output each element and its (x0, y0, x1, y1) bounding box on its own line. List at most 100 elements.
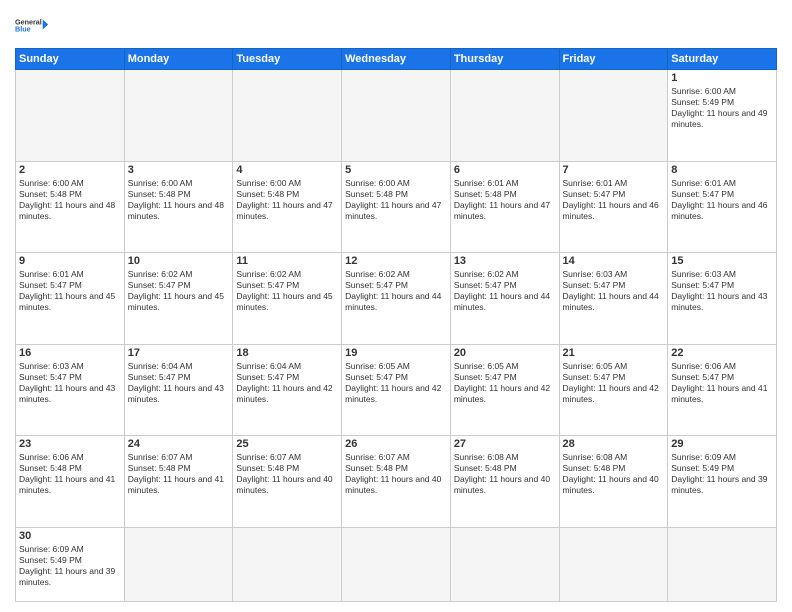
day-number: 7 (563, 164, 665, 176)
day-number: 8 (671, 164, 773, 176)
weekday-header: Sunday (16, 49, 125, 70)
weekday-header: Friday (559, 49, 668, 70)
day-number: 30 (19, 530, 121, 542)
page: GeneralBlue SundayMondayTuesdayWednesday… (0, 0, 792, 612)
day-info: Sunrise: 6:03 AMSunset: 5:47 PMDaylight:… (563, 269, 665, 313)
day-number: 13 (454, 255, 556, 267)
day-number: 28 (563, 438, 665, 450)
calendar-cell: 21Sunrise: 6:05 AMSunset: 5:47 PMDayligh… (559, 344, 668, 436)
day-info: Sunrise: 6:00 AMSunset: 5:48 PMDaylight:… (128, 178, 230, 222)
calendar-cell: 12 Sunrise: 6:02 AMSunset: 5:47 PMDayligh… (342, 253, 451, 345)
day-number: 16 (19, 347, 121, 359)
logo: GeneralBlue (15, 10, 51, 40)
day-info: Sunrise: 6:07 AMSunset: 5:48 PMDaylight:… (128, 452, 230, 496)
day-info: Sunrise: 6:06 AMSunset: 5:48 PMDaylight:… (19, 452, 121, 496)
day-number: 22 (671, 347, 773, 359)
calendar-cell: 1 Sunrise: 6:00 AMSunset: 5:49 PMDaylight… (668, 70, 777, 162)
weekday-header: Saturday (668, 49, 777, 70)
day-number: 24 (128, 438, 230, 450)
header: GeneralBlue (15, 10, 777, 40)
calendar-cell: 23 Sunrise: 6:06 AMSunset: 5:48 PMDayligh… (16, 436, 125, 528)
calendar-cell: 13Sunrise: 6:02 AMSunset: 5:47 PMDayligh… (450, 253, 559, 345)
svg-text:Blue: Blue (15, 25, 31, 34)
day-info: Sunrise: 6:06 AMSunset: 5:47 PMDaylight:… (671, 361, 773, 405)
day-info: Sunrise: 6:05 AMSunset: 5:47 PMDaylight:… (454, 361, 556, 405)
calendar-header-row: SundayMondayTuesdayWednesdayThursdayFrid… (16, 49, 777, 70)
calendar-cell: 29Sunrise: 6:09 AMSunset: 5:49 PMDayligh… (668, 436, 777, 528)
weekday-header: Wednesday (342, 49, 451, 70)
calendar-cell (450, 527, 559, 601)
day-number: 19 (345, 347, 447, 359)
calendar-cell: 25 Sunrise: 6:07 AMSunset: 5:48 PMDayligh… (233, 436, 342, 528)
day-number: 27 (454, 438, 556, 450)
calendar-cell (668, 527, 777, 601)
day-info: Sunrise: 6:09 AMSunset: 5:49 PMDaylight:… (671, 452, 773, 496)
day-number: 11 (236, 255, 338, 267)
calendar-cell: 18 Sunrise: 6:04 AMSunset: 5:47 PMDayligh… (233, 344, 342, 436)
calendar-cell (450, 70, 559, 162)
calendar-cell: 7Sunrise: 6:01 AMSunset: 5:47 PMDaylight… (559, 161, 668, 253)
calendar-cell: 19 Sunrise: 6:05 AMSunset: 5:47 PMDayligh… (342, 344, 451, 436)
day-info: Sunrise: 6:04 AMSunset: 5:47 PMDaylight:… (236, 361, 338, 405)
day-number: 23 (19, 438, 121, 450)
weekday-header: Thursday (450, 49, 559, 70)
calendar-cell (124, 70, 233, 162)
calendar-cell: 8 Sunrise: 6:01 AMSunset: 5:47 PMDaylight… (668, 161, 777, 253)
calendar-cell (16, 70, 125, 162)
day-info: Sunrise: 6:00 AMSunset: 5:48 PMDaylight:… (19, 178, 121, 222)
day-info: Sunrise: 6:04 AMSunset: 5:47 PMDaylight:… (128, 361, 230, 405)
day-number: 17 (128, 347, 230, 359)
calendar-cell: 20 Sunrise: 6:05 AMSunset: 5:47 PMDayligh… (450, 344, 559, 436)
day-number: 10 (128, 255, 230, 267)
calendar-cell: 14 Sunrise: 6:03 AMSunset: 5:47 PMDayligh… (559, 253, 668, 345)
day-info: Sunrise: 6:08 AMSunset: 5:48 PMDaylight:… (563, 452, 665, 496)
day-info: Sunrise: 6:09 AMSunset: 5:49 PMDaylight:… (19, 544, 121, 588)
logo-icon: GeneralBlue (15, 10, 51, 40)
day-info: Sunrise: 6:02 AMSunset: 5:47 PMDaylight:… (236, 269, 338, 313)
day-info: Sunrise: 6:00 AMSunset: 5:49 PMDaylight:… (671, 86, 773, 130)
calendar-cell (124, 527, 233, 601)
calendar-week-row: 30 Sunrise: 6:09 AMSunset: 5:49 PMDayligh… (16, 527, 777, 601)
weekday-header: Tuesday (233, 49, 342, 70)
day-number: 5 (345, 164, 447, 176)
day-info: Sunrise: 6:01 AMSunset: 5:47 PMDaylight:… (671, 178, 773, 222)
day-number: 3 (128, 164, 230, 176)
day-info: Sunrise: 6:03 AMSunset: 5:47 PMDaylight:… (671, 269, 773, 313)
day-info: Sunrise: 6:03 AMSunset: 5:47 PMDaylight:… (19, 361, 121, 405)
calendar-cell: 11 Sunrise: 6:02 AMSunset: 5:47 PMDayligh… (233, 253, 342, 345)
calendar-cell (233, 70, 342, 162)
day-number: 12 (345, 255, 447, 267)
calendar-week-row: 16 Sunrise: 6:03 AMSunset: 5:47 PMDayligh… (16, 344, 777, 436)
day-number: 26 (345, 438, 447, 450)
calendar-cell: 10Sunrise: 6:02 AMSunset: 5:47 PMDayligh… (124, 253, 233, 345)
day-info: Sunrise: 6:00 AMSunset: 5:48 PMDaylight:… (345, 178, 447, 222)
calendar-cell (342, 70, 451, 162)
calendar-cell: 2 Sunrise: 6:00 AMSunset: 5:48 PMDaylight… (16, 161, 125, 253)
day-number: 25 (236, 438, 338, 450)
calendar-cell: 24 Sunrise: 6:07 AMSunset: 5:48 PMDayligh… (124, 436, 233, 528)
calendar-cell: 26Sunrise: 6:07 AMSunset: 5:48 PMDayligh… (342, 436, 451, 528)
day-number: 6 (454, 164, 556, 176)
day-number: 20 (454, 347, 556, 359)
day-number: 18 (236, 347, 338, 359)
calendar-table: SundayMondayTuesdayWednesdayThursdayFrid… (15, 48, 777, 602)
day-number: 1 (671, 72, 773, 84)
calendar-cell: 3 Sunrise: 6:00 AMSunset: 5:48 PMDaylight… (124, 161, 233, 253)
weekday-header: Monday (124, 49, 233, 70)
calendar-week-row: 9 Sunrise: 6:01 AMSunset: 5:47 PMDaylight… (16, 253, 777, 345)
day-number: 2 (19, 164, 121, 176)
day-info: Sunrise: 6:05 AMSunset: 5:47 PMDaylight:… (345, 361, 447, 405)
day-info: Sunrise: 6:02 AMSunset: 5:47 PMDaylight:… (345, 269, 447, 313)
calendar-cell (559, 527, 668, 601)
day-info: Sunrise: 6:07 AMSunset: 5:48 PMDaylight:… (236, 452, 338, 496)
day-info: Sunrise: 6:05 AMSunset: 5:47 PMDaylight:… (563, 361, 665, 405)
calendar-cell (342, 527, 451, 601)
day-number: 14 (563, 255, 665, 267)
day-number: 9 (19, 255, 121, 267)
calendar-cell: 9 Sunrise: 6:01 AMSunset: 5:47 PMDaylight… (16, 253, 125, 345)
calendar-cell: 30 Sunrise: 6:09 AMSunset: 5:49 PMDayligh… (16, 527, 125, 601)
day-info: Sunrise: 6:01 AMSunset: 5:47 PMDaylight:… (19, 269, 121, 313)
calendar-week-row: 1 Sunrise: 6:00 AMSunset: 5:49 PMDaylight… (16, 70, 777, 162)
calendar-week-row: 2 Sunrise: 6:00 AMSunset: 5:48 PMDaylight… (16, 161, 777, 253)
calendar-cell (559, 70, 668, 162)
